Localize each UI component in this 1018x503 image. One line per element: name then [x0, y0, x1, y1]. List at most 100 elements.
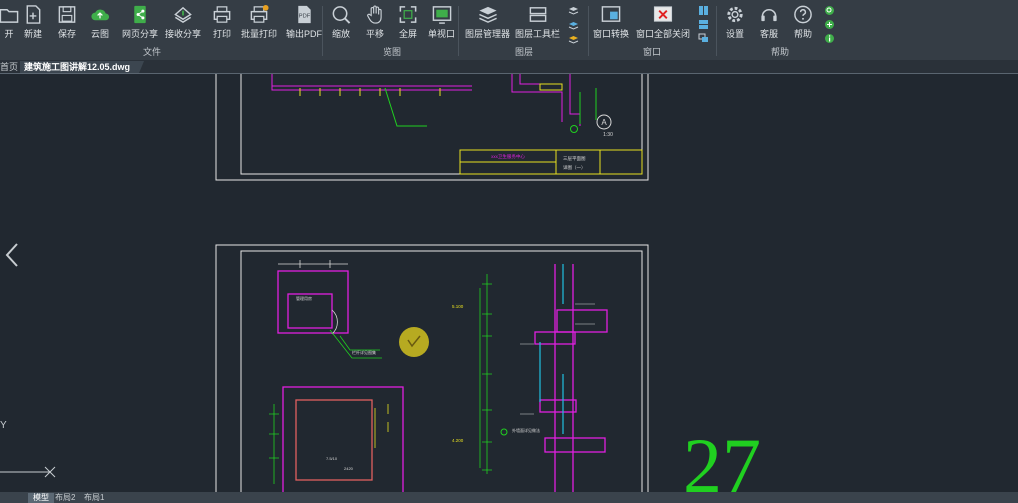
search-icon[interactable]	[824, 5, 835, 16]
layer-lock-icon[interactable]	[568, 34, 579, 45]
single-viewport-label: 单视口	[428, 29, 456, 39]
tile-vertical-icon[interactable]	[698, 5, 709, 16]
dimension-line	[479, 274, 492, 474]
save-icon	[58, 6, 76, 23]
help-label: 帮助	[793, 29, 812, 39]
zoom-button[interactable]: 缩放	[330, 4, 352, 40]
tile-horizontal-icon[interactable]	[698, 19, 709, 30]
previous-page-arrow-icon[interactable]	[4, 242, 20, 268]
layer-off-icon[interactable]	[568, 20, 579, 31]
svg-text:PDF: PDF	[299, 13, 311, 19]
group-separator	[716, 6, 717, 56]
print-button[interactable]: 打印	[211, 4, 233, 40]
export-pdf-label: 输出PDF	[286, 29, 323, 39]
ribbon-toolbar: 开 新建 保存 云图 网页分享 接收分享 打印 批量打印 PDF 输出PDF 缩…	[0, 0, 1018, 60]
group-label-help: 帮助	[771, 47, 790, 57]
title-block-project: xxx卫生服务中心	[491, 153, 525, 160]
window-switch-icon	[601, 6, 621, 22]
layer-toolbar-label: 图层工具栏	[515, 29, 561, 39]
group-label-window: 窗口	[643, 47, 662, 57]
layer-manager-button[interactable]: 图层管理器	[465, 4, 510, 40]
open-icon	[0, 9, 19, 23]
detail-scale: 1:30	[603, 132, 613, 138]
title-block-sheet: 三层平面图	[563, 156, 586, 162]
document-tab-bar: 首页 建筑施工图讲解12.05.dwg	[0, 60, 1018, 74]
magnifier-icon	[332, 6, 351, 24]
layer-manager-label: 图层管理器	[465, 29, 511, 39]
pan-label: 平移	[365, 29, 384, 39]
help-button[interactable]: 帮助	[792, 4, 814, 40]
annotation-wall: 外墙面详见做法	[512, 427, 540, 433]
batch-print-button[interactable]: 批量打印	[241, 4, 277, 40]
cad-drawing[interactable]: A 1:30 xxx卫生服务中心 三层平面图 详图（一） 管理用房 栏杆详见图集…	[0, 74, 1018, 492]
tab-home[interactable]: 首页	[0, 61, 22, 73]
pan-button[interactable]: 平移	[364, 4, 386, 40]
group-label-file: 文件	[143, 47, 162, 57]
close-all-windows-label: 窗口全部关闭	[636, 29, 691, 39]
hand-icon	[367, 5, 382, 24]
wall-section	[534, 264, 608, 492]
layer-on-icon[interactable]	[568, 5, 579, 16]
export-pdf-button[interactable]: PDF 输出PDF	[286, 4, 322, 40]
receive-icon	[174, 6, 192, 23]
fullscreen-button[interactable]: 全屏	[397, 4, 419, 40]
layout-tab-2[interactable]: 布局2	[50, 493, 80, 503]
feedback-icon[interactable]	[824, 19, 835, 30]
sheet-number: 27	[683, 422, 761, 492]
ucs-icon	[0, 466, 56, 478]
sheet-border-bottom	[215, 244, 649, 492]
settings-button[interactable]: 设置	[724, 4, 746, 40]
share-icon	[134, 5, 146, 24]
batch-print-label: 批量打印	[241, 29, 278, 39]
cloud-button[interactable]: 云图	[89, 4, 111, 40]
info-icon[interactable]	[824, 33, 835, 44]
new-file-icon	[26, 5, 41, 24]
open-label: 开	[4, 29, 14, 39]
title-block-detail: 详图（一）	[563, 164, 586, 171]
elevation-1: 5.100	[452, 304, 464, 309]
web-share-label: 网页分享	[122, 29, 159, 39]
cloud-label: 云图	[90, 29, 109, 39]
help-icon	[794, 5, 812, 24]
annotation-railing: 栏杆详见图集	[352, 349, 376, 355]
receive-share-label: 接收分享	[165, 29, 202, 39]
close-windows-icon	[653, 6, 673, 22]
layout-tab-bar: 模型 布局2 布局1	[0, 492, 1018, 503]
layers-icon	[478, 6, 497, 23]
group-label-layer: 图层	[515, 47, 534, 57]
dimension-label: 2420	[344, 466, 354, 471]
room-label: 管理用房	[296, 295, 312, 301]
tab-drawing-file[interactable]: 建筑施工图讲解12.05.dwg	[20, 61, 145, 73]
group-label-view: 览图	[383, 47, 402, 57]
layout-tab-1[interactable]: 布局1	[79, 493, 109, 503]
pdf-icon: PDF	[298, 5, 311, 24]
plan-lines-top	[271, 74, 581, 126]
zoom-label: 缩放	[331, 29, 350, 39]
viewport-icon	[432, 6, 451, 24]
fullscreen-icon	[399, 6, 417, 23]
detail-label: A	[601, 118, 607, 127]
layer-toolbar-button[interactable]: 图层工具栏	[515, 4, 560, 40]
new-button[interactable]: 新建	[22, 4, 44, 40]
cursor-highlight	[399, 327, 429, 357]
web-share-button[interactable]: 网页分享	[122, 4, 158, 40]
window-switch-label: 窗口转换	[593, 29, 630, 39]
customer-service-button[interactable]: 客服	[758, 4, 780, 40]
open-button[interactable]: 开	[0, 4, 20, 40]
cascade-icon[interactable]	[698, 33, 709, 44]
group-separator	[322, 6, 323, 56]
print-label: 打印	[212, 29, 231, 39]
fullscreen-label: 全屏	[398, 29, 417, 39]
settings-label: 设置	[725, 29, 744, 39]
plan-detail-2	[282, 386, 404, 492]
drawing-canvas[interactable]: A 1:30 xxx卫生服务中心 三层平面图 详图（一） 管理用房 栏杆详见图集…	[0, 74, 1018, 492]
close-all-windows-button[interactable]: 窗口全部关闭	[636, 4, 690, 40]
save-button[interactable]: 保存	[56, 4, 78, 40]
dimension-label-2: 7.5/10	[326, 456, 338, 461]
headset-icon	[761, 8, 777, 22]
elevation-2: 4.200	[452, 438, 464, 443]
receive-share-button[interactable]: 接收分享	[165, 4, 201, 40]
window-switch-button[interactable]: 窗口转换	[593, 4, 629, 40]
group-separator	[458, 6, 459, 56]
single-viewport-button[interactable]: 单视口	[428, 4, 455, 40]
